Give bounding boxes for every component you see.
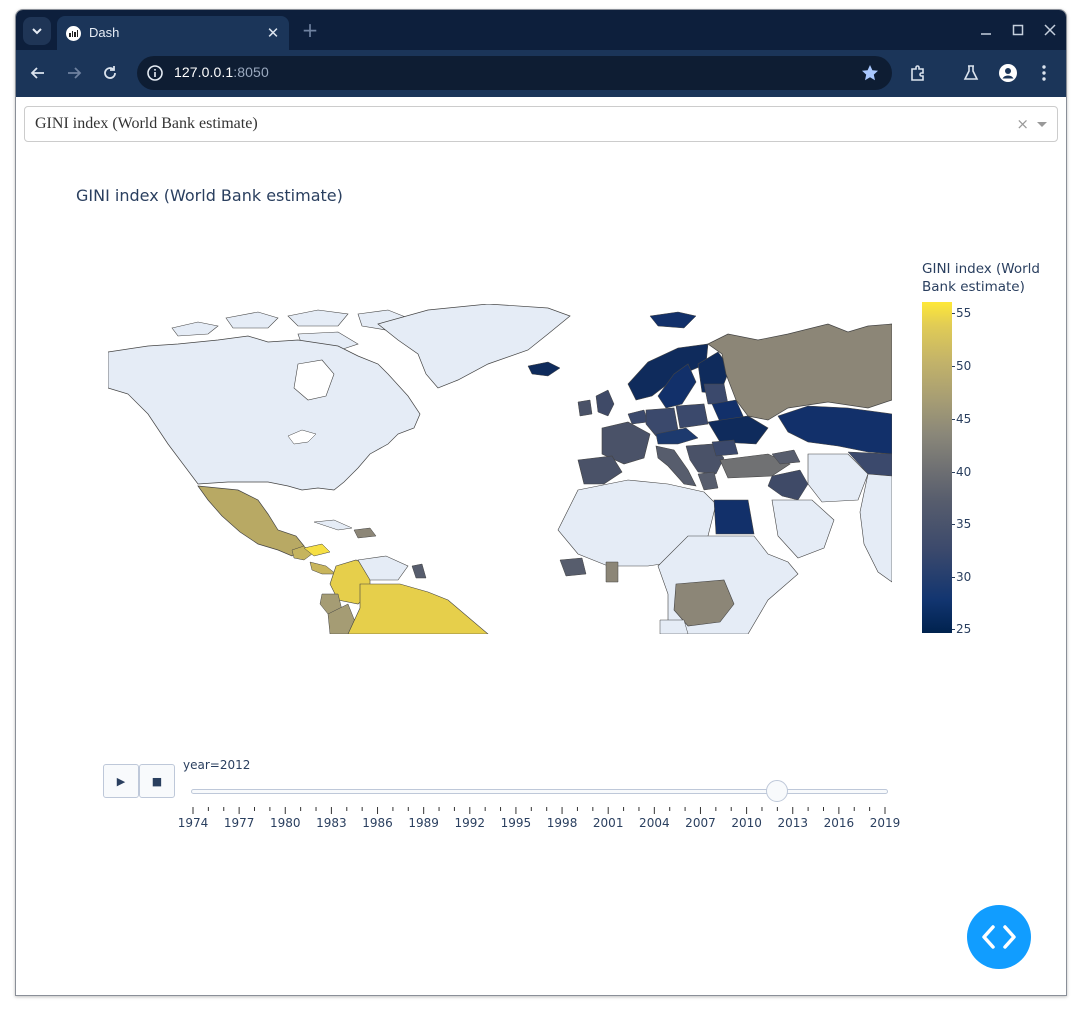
year-slider-handle[interactable] xyxy=(766,780,789,802)
dash-devtools-button[interactable] xyxy=(967,905,1031,969)
map-region-baltics xyxy=(703,383,729,405)
colorbar-tick: 30 xyxy=(951,570,972,584)
map-region-ireland xyxy=(577,399,593,417)
tab-close-icon[interactable]: ✕ xyxy=(265,25,281,41)
kebab-menu-icon[interactable] xyxy=(1033,62,1055,84)
new-tab-button[interactable]: + xyxy=(299,19,321,41)
slider-year-label[interactable]: 1983 xyxy=(316,816,347,830)
arrow-right-icon[interactable] xyxy=(63,62,85,84)
slider-current-value: year=2012 xyxy=(183,758,251,772)
flask-icon[interactable] xyxy=(960,62,982,84)
maximize-icon[interactable] xyxy=(1009,21,1027,39)
reload-icon[interactable] xyxy=(99,62,121,84)
arrow-left-icon[interactable] xyxy=(27,62,49,84)
code-brackets-icon xyxy=(982,925,1016,949)
slider-year-label[interactable]: 1995 xyxy=(501,816,532,830)
colorbar-tick: 55 xyxy=(951,306,972,320)
address-bar[interactable]: 127.0.0.1:8050 xyxy=(137,56,892,90)
slider-year-label[interactable]: 1998 xyxy=(547,816,578,830)
map-region-poland xyxy=(675,403,709,429)
colorbar-tick: 25 xyxy=(951,622,972,636)
map-region-togo-benin xyxy=(605,561,619,583)
slider-year-label[interactable]: 2004 xyxy=(639,816,670,830)
colorbar xyxy=(922,302,952,633)
map-region-egypt xyxy=(713,499,755,535)
tab-search-button[interactable] xyxy=(23,17,51,45)
slider-year-label[interactable]: 1989 xyxy=(408,816,439,830)
colorbar-tick: 40 xyxy=(951,465,972,479)
chevron-down-icon xyxy=(32,28,42,35)
colorbar-tick: 45 xyxy=(951,412,972,426)
url-text: 127.0.0.1:8050 xyxy=(174,64,269,80)
slider-year-label[interactable]: 2007 xyxy=(685,816,716,830)
map-region-angola xyxy=(659,619,689,634)
slider-year-label[interactable]: 1980 xyxy=(270,816,301,830)
slider-year-label[interactable]: 2001 xyxy=(593,816,624,830)
page-viewport: GINI index (World Bank estimate) × GINI … xyxy=(16,97,1066,995)
tab-title: Dash xyxy=(89,25,120,40)
dash-favicon-icon xyxy=(66,26,81,41)
browser-toolbar: 127.0.0.1:8050 xyxy=(16,50,1066,97)
dropdown-arrow-icon[interactable] xyxy=(1037,122,1047,127)
colorbar-tick: 50 xyxy=(951,359,972,373)
slider-year-label[interactable]: 2019 xyxy=(870,816,901,830)
slider-year-label[interactable]: 2010 xyxy=(731,816,762,830)
close-window-icon[interactable] xyxy=(1041,21,1059,39)
slider-year-label[interactable]: 2013 xyxy=(777,816,808,830)
stop-button[interactable]: ■ xyxy=(139,764,175,798)
slider-year-label[interactable]: 1974 xyxy=(178,816,209,830)
puzzle-icon[interactable] xyxy=(907,62,929,84)
choropleth-map[interactable] xyxy=(108,304,892,634)
star-icon[interactable] xyxy=(860,63,880,83)
colorbar-tick: 35 xyxy=(951,517,972,531)
choropleth-graph: GINI index (World Bank estimate) GINI in… xyxy=(16,157,1066,830)
profile-icon[interactable] xyxy=(997,62,1019,84)
info-icon[interactable] xyxy=(146,64,164,82)
play-button[interactable]: ▶ xyxy=(103,764,139,798)
map-region-romania xyxy=(711,439,739,457)
minimize-icon[interactable] xyxy=(977,21,995,39)
indicator-dropdown[interactable]: GINI index (World Bank estimate) × xyxy=(24,106,1058,142)
dropdown-selected-value: GINI index (World Bank estimate) xyxy=(35,115,258,132)
slider-year-label[interactable]: 2016 xyxy=(824,816,855,830)
colorbar-title: GINI index (World Bank estimate) xyxy=(922,261,1040,295)
browser-window: Dash ✕ + 127.0.0.1:8050 GINI index (Worl… xyxy=(15,9,1067,996)
slider-year-label[interactable]: 1986 xyxy=(362,816,393,830)
clear-icon[interactable]: × xyxy=(1016,115,1029,133)
slider-year-label[interactable]: 1977 xyxy=(224,816,255,830)
slider-year-label[interactable]: 1992 xyxy=(455,816,486,830)
browser-tab[interactable]: Dash ✕ xyxy=(57,16,289,50)
graph-title: GINI index (World Bank estimate) xyxy=(76,186,343,205)
tab-bar: Dash ✕ + xyxy=(16,10,1066,50)
